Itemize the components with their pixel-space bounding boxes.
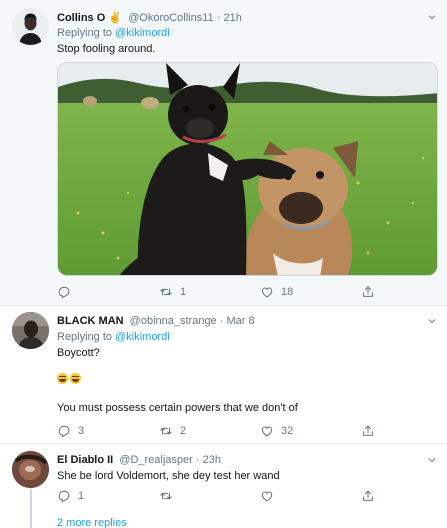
retweet-count: 1 [180,286,187,298]
emoji-row [57,373,83,386]
share-icon [361,424,375,438]
reply-button[interactable] [57,284,78,300]
tweet-text-line2: You must possess certain powers that we … [57,402,298,414]
author-handle[interactable]: @obinna_strange [130,315,217,327]
reply-icon [57,285,71,299]
retweet-icon [159,285,173,299]
share-button[interactable] [361,488,375,504]
tweet-actions: 1 18 [57,284,387,300]
like-button[interactable]: 18 [260,284,293,300]
tweet-text: Boycott? [57,347,100,359]
tweet-actions: 1 [57,488,387,504]
retweet-count: 2 [180,425,187,437]
like-count: 18 [281,286,294,298]
author-handle[interactable]: @D_realjasper [119,454,193,466]
person-avatar-icon [12,451,49,488]
tweet-text: She be lord Voldemort, she dey test her … [57,470,280,482]
avatar-eldiablo[interactable] [12,451,49,488]
like-button[interactable]: 32 [260,423,293,439]
replying-to-label: Replying to [57,331,113,343]
heart-icon [260,285,274,299]
chevron-down-icon[interactable] [427,455,437,465]
reply-button[interactable]: 1 [57,488,84,504]
more-replies-link[interactable]: 2 more replies [57,517,127,528]
retweet-button[interactable]: 2 [159,423,186,439]
like-button[interactable] [260,488,281,504]
reply-handle-link[interactable]: @kikimordi [115,27,170,39]
avatar-blackman[interactable] [12,312,49,349]
french-bulldogs-photo-icon [58,63,437,275]
retweet-button[interactable]: 1 [159,284,186,300]
author-name[interactable]: El Diablo II [57,454,113,466]
share-icon [361,285,375,299]
like-count: 32 [281,425,294,437]
share-icon [361,489,375,503]
author-name[interactable]: Collins O [57,12,105,24]
tweet-header: Collins O ✌ @OkoroCollins11 · 21h [57,11,242,24]
reply-icon [57,424,71,438]
tweet-actions: 3 2 32 [57,423,387,439]
reply-count: 1 [78,490,85,502]
reply-button[interactable]: 3 [57,423,84,439]
chevron-down-icon[interactable] [427,12,437,22]
joy-emoji-icon [70,373,81,384]
author-name[interactable]: BLACK MAN [57,315,124,327]
tweet-time[interactable]: · Mar 8 [220,315,255,327]
chevron-down-icon[interactable] [427,316,437,326]
tweet-time[interactable]: · 23h [196,454,221,466]
reply-count: 3 [78,425,85,437]
reply-icon [57,489,71,503]
person-avatar-icon [12,8,49,45]
heart-icon [260,489,274,503]
share-button[interactable] [361,284,375,300]
tweet-header: El Diablo II @D_realjasper · 23h [57,454,221,466]
tweet-text: Stop fooling around. [57,43,156,55]
replying-to: Replying to @kikimordi [57,27,170,39]
replying-to: Replying to @kikimordi [57,331,170,343]
person-avatar-icon [12,312,49,349]
share-button[interactable] [361,423,375,439]
thread-connector-line [30,489,32,528]
joy-emoji-icon [57,373,68,384]
avatar-collins[interactable] [12,8,49,45]
retweet-icon [159,489,173,503]
replying-to-label: Replying to [57,27,113,39]
peace-hand-emoji-icon: ✌ [108,12,123,24]
retweet-icon [159,424,173,438]
tweet-header: BLACK MAN @obinna_strange · Mar 8 [57,315,255,327]
reply-handle-link[interactable]: @kikimordi [115,331,170,343]
tweet-time[interactable]: · 21h [217,12,242,24]
retweet-button[interactable] [159,488,180,504]
author-handle[interactable]: @OkoroCollins11 [128,12,214,24]
tweet-photo[interactable] [57,62,438,276]
heart-icon [260,424,274,438]
